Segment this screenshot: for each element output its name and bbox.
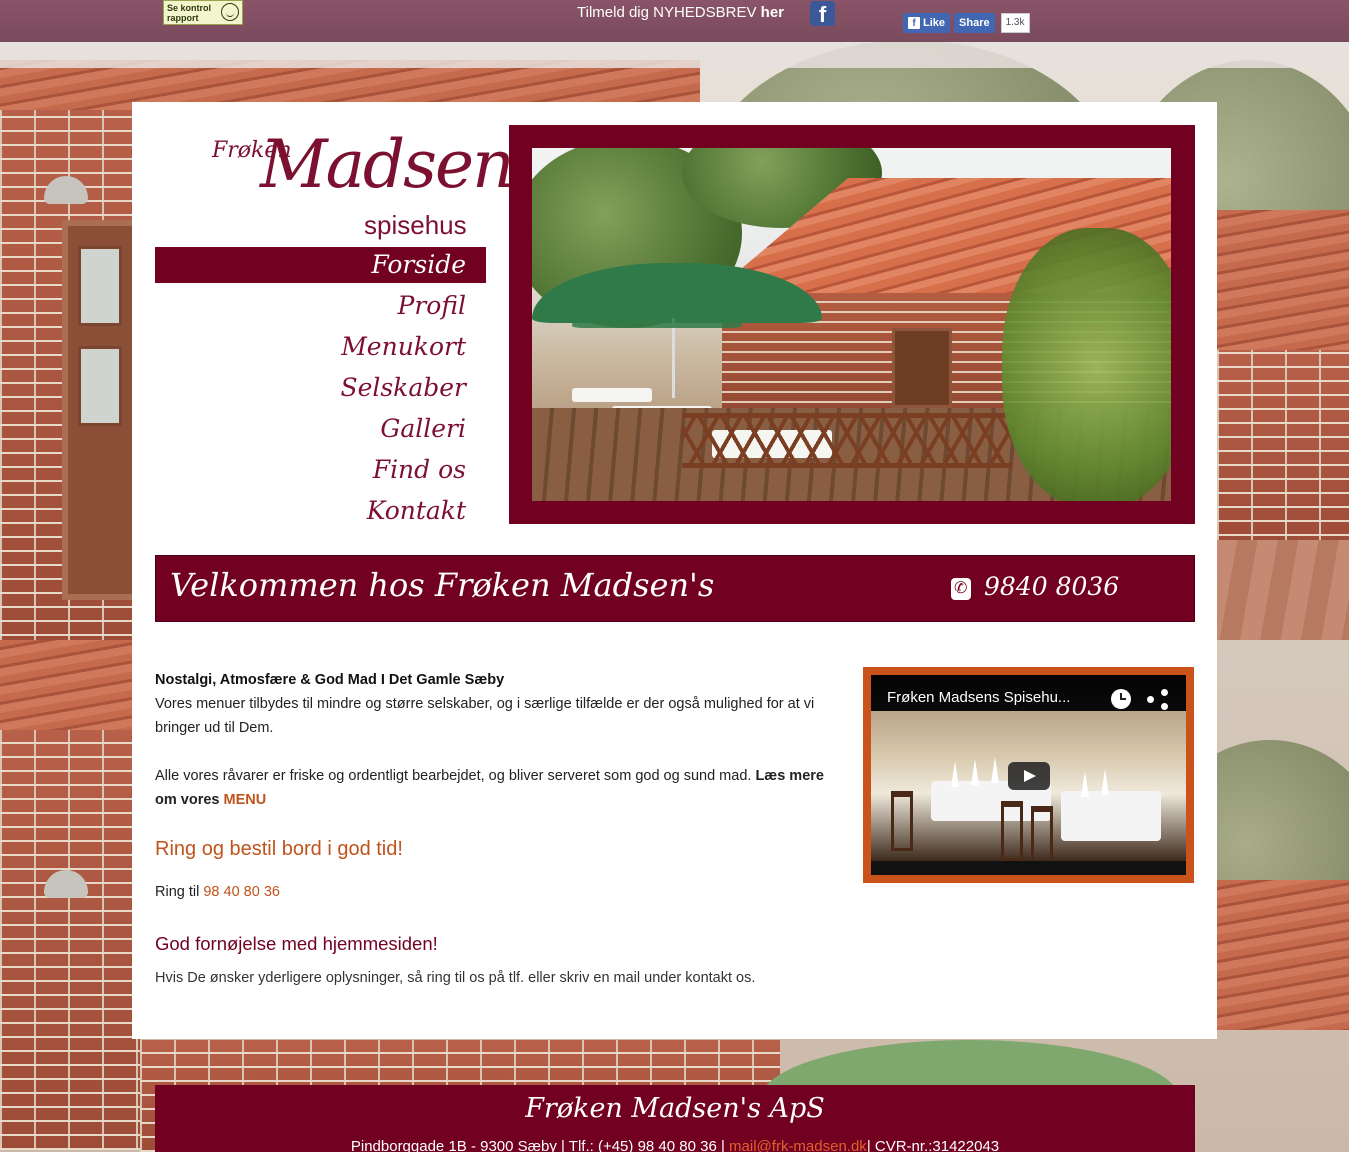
smiley-icon (221, 3, 239, 21)
kontrol-rapport-label: Se kontrol rapport (167, 3, 212, 23)
menu-link[interactable]: MENU (224, 792, 267, 808)
share-label: Share (959, 17, 990, 29)
enjoy-heading: God fornøjelse med hjemmesiden! (155, 933, 438, 954)
intro-paragraph-2-text: Alle vores råvarer er friske og ordentli… (155, 768, 752, 784)
footer-address: Pindborggade 1B - 9300 Sæby | Tlf.: (+45… (155, 1138, 1195, 1152)
intro-paragraph-2: Alle vores råvarer er friske og ordentli… (155, 764, 845, 812)
like-label: Like (923, 17, 946, 29)
newsletter-text: Tilmeld dig NYHEDSBREV (577, 4, 757, 21)
play-icon[interactable] (1008, 762, 1050, 790)
nav-item-menukort[interactable]: Menukort (155, 329, 486, 365)
footer-cvr: | CVR-nr.:31422043 (866, 1138, 1000, 1152)
welcome-banner: Velkommen hos Frøken Madsen's 9840 8036 (155, 555, 1195, 622)
main-navigation: Forside Profil Menukort Selskaber Galler… (155, 247, 486, 534)
facebook-small-icon: f (908, 17, 920, 29)
video-player[interactable]: Frøken Madsens Spisehu... (871, 675, 1186, 875)
footer-address-text: Pindborggade 1B - 9300 Sæby | Tlf.: (+45… (350, 1138, 725, 1152)
ring-line: Ring til 98 40 80 36 (155, 884, 280, 900)
logo[interactable]: Frøken Madsen's spisehus (210, 126, 563, 242)
facebook-like-button[interactable]: f Like (903, 13, 951, 33)
footer: Frøken Madsen's ApS Pindborggade 1B - 93… (155, 1085, 1195, 1152)
footer-email-link[interactable]: mail@frk-madsen.dk (729, 1138, 867, 1152)
nav-item-selskaber[interactable]: Selskaber (155, 370, 486, 406)
watch-later-icon[interactable] (1111, 689, 1131, 709)
share-count: 1.3k (1000, 13, 1030, 33)
facebook-share-button[interactable]: Share (954, 13, 995, 33)
intro-text: Nostalgi, Atmosfære & God Mad I Det Gaml… (155, 668, 845, 812)
nav-item-profil[interactable]: Profil (155, 288, 486, 324)
video-title[interactable]: Frøken Madsens Spisehu... (887, 689, 1097, 706)
contact-info-text: Hvis De ønsker yderligere oplysninger, s… (155, 970, 756, 986)
share-icon[interactable] (1147, 689, 1169, 711)
facebook-icon[interactable]: f (810, 1, 835, 27)
nav-item-galleri[interactable]: Galleri (155, 411, 486, 447)
phone-icon (951, 578, 971, 600)
hero-image (532, 148, 1171, 501)
facebook-like-widget: f Like Share 1.3k (903, 13, 1030, 33)
booking-call-to-action: Ring og bestil bord i god tid! (155, 838, 403, 860)
newsletter-signup: Tilmeld dig NYHEDSBREV her (577, 4, 784, 21)
footer-company-name: Frøken Madsen's ApS (525, 1093, 825, 1124)
nav-item-find-os[interactable]: Find os (155, 452, 486, 488)
intro-heading: Nostalgi, Atmosfære & God Mad I Det Gaml… (155, 672, 505, 688)
phone-number[interactable]: 9840 8036 (984, 572, 1119, 601)
intro-paragraph-1: Vores menuer tilbydes til mindre og stør… (155, 696, 815, 736)
ring-label: Ring til (155, 884, 200, 900)
logo-suffix: spisehus (364, 210, 467, 240)
welcome-title: Velkommen hos Frøken Madsen's (170, 566, 715, 604)
newsletter-link[interactable]: her (761, 4, 784, 21)
nav-item-kontakt[interactable]: Kontakt (155, 493, 486, 529)
ring-phone-link[interactable]: 98 40 80 36 (203, 884, 280, 900)
kontrol-rapport-badge[interactable]: Se kontrol rapport (163, 0, 243, 25)
top-bar-strip (0, 42, 1349, 68)
nav-item-forside[interactable]: Forside (155, 247, 486, 283)
